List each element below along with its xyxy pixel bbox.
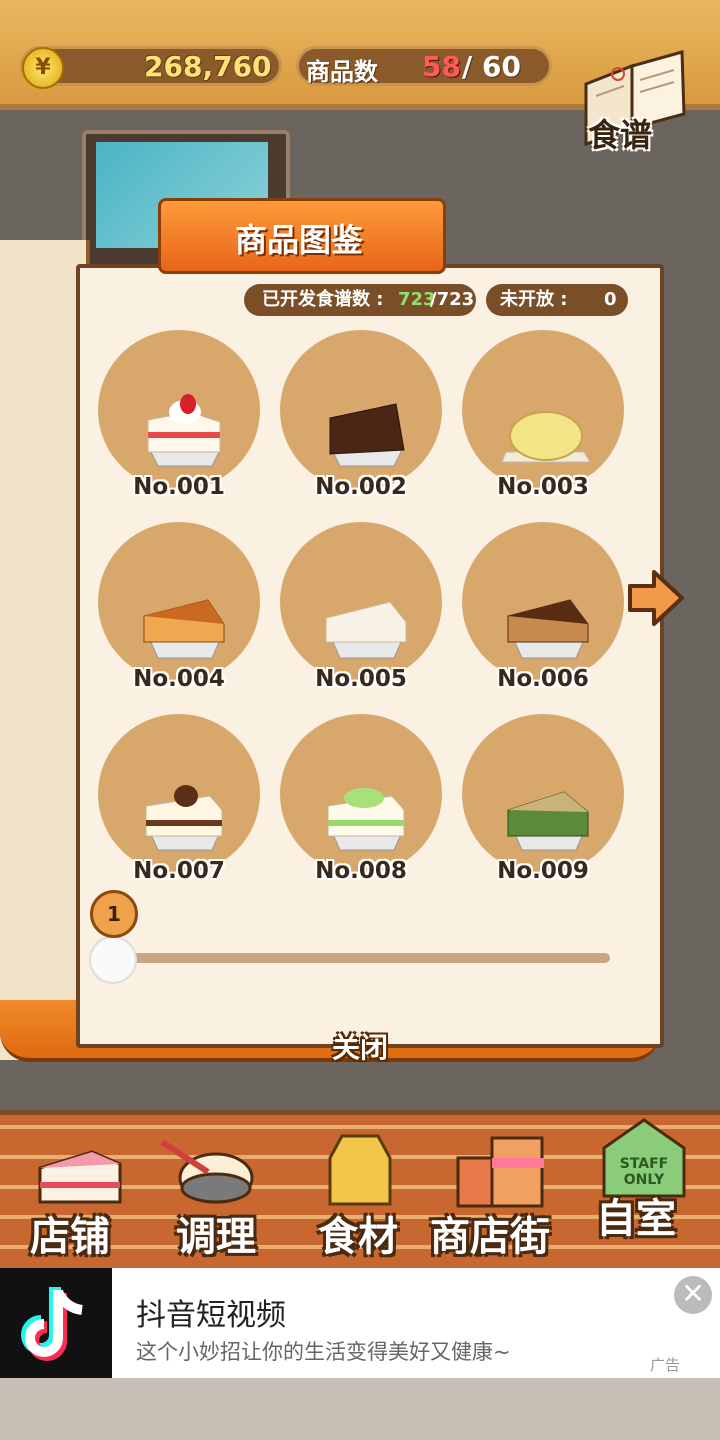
goods-label: 商品数 (306, 58, 378, 86)
catalog-title: 商品图鉴 (234, 221, 363, 259)
goods-count: 58 (422, 50, 461, 83)
bottom-background (0, 1378, 720, 1440)
item-number: No.005 (315, 666, 407, 692)
matcha-cake-icon (507, 791, 589, 851)
rare-cheesecake-icon (325, 601, 407, 659)
page-indicator: 1 (90, 890, 138, 938)
chestnut-cake-icon (145, 785, 223, 851)
ad-description[interactable]: 这个小妙招让你的生活变得美好又健康~ (136, 1336, 511, 1366)
coin-amount: 268,760 (144, 50, 272, 83)
ad-title[interactable]: 抖音短视频 (136, 1290, 286, 1334)
nav-my-room[interactable]: 自室 (596, 1186, 676, 1244)
item-number: No.001 (133, 474, 225, 500)
nav-shopping-street[interactable]: 商店街 (430, 1204, 550, 1262)
nav-cooking[interactable]: 调理 (176, 1204, 256, 1262)
item-number: No.009 (497, 858, 589, 884)
ingredient-bag-icon[interactable] (312, 1128, 408, 1208)
item-number: No.007 (133, 858, 225, 884)
item-number: No.002 (315, 474, 407, 500)
melon-bread-icon (501, 411, 591, 463)
closed-value: 0 (604, 289, 617, 310)
page-slider-thumb[interactable] (89, 936, 137, 984)
page-slider-track[interactable] (110, 953, 610, 963)
douyin-logo-icon[interactable] (0, 1268, 112, 1378)
item-number: No.008 (315, 858, 407, 884)
cheesecake-icon (143, 599, 225, 659)
item-number: No.003 (497, 474, 589, 500)
unlocked-total: /723 (430, 289, 475, 310)
shopping-street-icon[interactable] (452, 1128, 548, 1208)
baked-cheesecake-icon (507, 599, 589, 659)
item-number: No.004 (133, 666, 225, 692)
ad-tag: 广告 (650, 1356, 681, 1374)
item-number: No.006 (497, 666, 589, 692)
melon-shortcake-icon (327, 788, 405, 851)
nav-shop[interactable]: 店铺 (30, 1204, 110, 1262)
coin-icon: ¥ (22, 47, 64, 89)
unlocked-label: 已开发食谱数 : (262, 289, 384, 310)
chocolate-cake-icon (329, 403, 405, 467)
ad-close-button[interactable]: ✕ (674, 1276, 712, 1314)
close-button[interactable]: 关闭 (310, 1026, 410, 1066)
next-page-arrow-icon[interactable] (626, 566, 686, 630)
closed-label: 未开放 : (500, 289, 568, 310)
nav-ingredients[interactable]: 食材 (318, 1204, 398, 1262)
svg-text:STAFF: STAFF (620, 1156, 669, 1172)
strawberry-shortcake-icon (147, 394, 221, 467)
shop-cake-icon[interactable] (32, 1128, 128, 1208)
recipe-button-label[interactable]: 食谱 (588, 110, 652, 156)
mixing-bowl-icon[interactable] (158, 1128, 254, 1208)
goods-max: / 60 (462, 50, 521, 83)
